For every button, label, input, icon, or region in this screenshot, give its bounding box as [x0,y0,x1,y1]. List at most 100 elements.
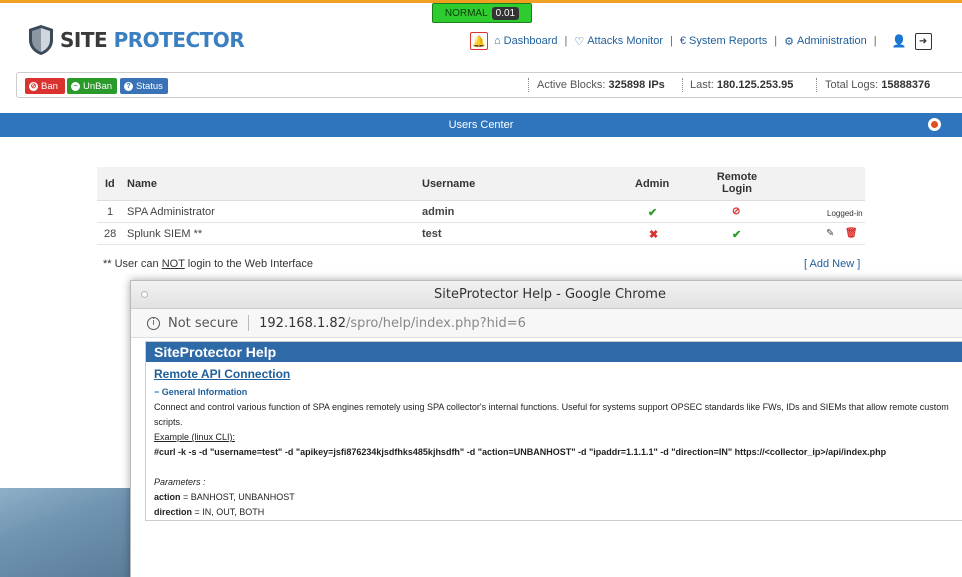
top-navigation: 🔔 ⌂ Dashboard | ♡ Attacks Monitor | € Sy… [470,32,932,50]
nav-separator: | [873,35,877,47]
curl-command: #curl -k -s -d "username=test" -d "apike… [154,447,887,457]
row-username: test [422,228,442,240]
remote-api-link[interactable]: Remote API Connection [154,367,290,381]
ban-circle-icon: ⊘ [732,206,741,217]
help-panel-body: Remote API Connection − General Informat… [146,362,962,525]
system-status-indicator: NORMAL 0.01 [432,3,532,23]
status-button-label: Status [136,80,163,92]
ban-button[interactable]: ⊘ Ban [25,78,65,94]
popup-content: SiteProtector Help Remote API Connection… [131,338,962,577]
help-panel: SiteProtector Help Remote API Connection… [145,341,962,521]
address-bar[interactable]: i Not secure 192.168.1.82/spro/help/inde… [131,309,962,338]
nav-dashboard-label: Dashboard [503,35,558,47]
users-center-header: Users Center [0,113,962,137]
nav-system-reports[interactable]: € System Reports [680,35,767,47]
help-lifebuoy-icon[interactable] [928,118,941,131]
last-blocked-stat: Last: 180.125.253.95 [690,79,793,91]
popup-title-bar[interactable]: SiteProtector Help - Google Chrome [131,281,962,309]
param-direction: direction = IN, OUT, BOTH [154,505,962,520]
total-logs-stat: Total Logs: 15888376 [825,79,930,91]
euro-icon: € [679,35,687,47]
status-value: 0.01 [491,6,520,20]
stat-divider [682,78,683,92]
row-name: Splunk SIEM ** [127,228,203,240]
home-icon: ⌂ [494,35,501,47]
user-icon[interactable]: 👤 [892,34,907,48]
param-action-value: = BANHOST, UNBANHOST [180,492,295,502]
window-control-icon[interactable] [141,291,148,298]
col-username: Username [422,178,476,190]
note-not: NOT [161,258,185,270]
gears-icon: ⚙ [784,35,794,48]
total-logs-label: Total Logs: [825,79,879,91]
total-logs-value: 15888376 [881,79,931,91]
status-button[interactable]: ? Status [120,78,168,94]
note-suffix: login to the Web Interface [184,258,313,270]
row-id: 1 [107,206,114,218]
logo-word-site: SITE [60,28,108,52]
col-name: Name [127,178,157,190]
nav-separator: | [564,35,568,47]
ban-icon: ⊘ [29,81,38,91]
desktop-background [0,488,140,577]
alerts-bell-icon[interactable]: 🔔 [470,32,488,50]
col-remote-login: Remote Login [716,171,758,195]
active-blocks-stat: Active Blocks: 325898 IPs [537,79,665,91]
param-direction-key: direction [154,507,193,517]
heartbeat-icon: ♡ [574,35,585,48]
nav-dashboard[interactable]: ⌂ Dashboard [494,35,557,47]
logo-word-protector: PROTECTOR [113,28,245,52]
shield-logo-icon [29,25,53,55]
minus-circle-icon: − [71,81,80,91]
nav-separator: | [670,35,673,47]
url-path: /spro/help/index.php?hid=6 [345,315,526,331]
popup-window-title: SiteProtector Help - Google Chrome [434,287,666,302]
row-id: 28 [104,228,117,240]
col-id: Id [105,178,115,190]
add-new-link[interactable]: [ Add New ] [804,258,860,270]
url-divider [248,315,250,331]
nav-administration[interactable]: ⚙ Administration [784,35,867,48]
logo-text: SITE PROTECTOR [60,28,245,52]
last-value: 180.125.253.95 [716,79,794,91]
last-label: Last: [690,79,714,91]
stat-divider [528,78,529,92]
table-row: 28 Splunk SIEM ** test ✖ ✔ ✎ 🗑 [97,223,865,245]
action-bar: ⊘ Ban − UnBan ? Status Active Blocks: 32… [16,72,962,98]
site-protector-logo[interactable]: SITE PROTECTOR [28,24,245,56]
stat-divider [816,78,817,92]
row-name: SPA Administrator [127,206,215,218]
help-description: Connect and control various function of … [154,402,949,427]
nav-separator: | [774,35,778,47]
nav-attacks-monitor[interactable]: ♡ Attacks Monitor [574,35,663,48]
help-panel-title: SiteProtector Help [146,342,962,362]
users-note: ** User can NOT login to the Web Interfa… [103,258,313,270]
param-action-key: action [154,492,181,502]
param-direction-value: = IN, OUT, BOTH [192,507,265,517]
edit-icon[interactable]: ✎ [826,228,834,239]
nav-attacks-monitor-label: Attacks Monitor [587,35,664,47]
nav-administration-label: Administration [797,35,867,47]
example-label: Example (linux CLI): [154,432,236,442]
parameters-label: Parameters : [154,477,206,487]
check-icon: ✔ [732,229,742,241]
note-prefix: ** User can [103,258,162,270]
logout-icon[interactable]: ➜ [914,32,932,50]
table-row: 1 SPA Administrator admin ✔ ⊘ Logged-in [97,201,865,223]
trash-icon[interactable]: 🗑 [845,228,858,239]
ban-button-label: Ban [41,80,58,92]
help-popup-window: SiteProtector Help - Google Chrome i Not… [130,280,962,577]
info-icon[interactable]: i [147,316,160,330]
unban-button-label: UnBan [83,80,113,92]
active-blocks-label: Active Blocks: [537,79,606,91]
status-label: NORMAL [444,7,488,19]
unban-button[interactable]: − UnBan [67,78,117,94]
users-center-title: Users Center [448,119,514,131]
general-information-toggle[interactable]: − General Information [154,385,962,400]
active-blocks-value: 325898 IPs [608,79,665,91]
logged-in-label: Logged-in [827,209,863,218]
users-table-header: Id Name Username Admin Remote Login [97,167,865,201]
cross-icon: ✖ [649,229,659,241]
param-action: action = BANHOST, UNBANHOST [154,490,962,505]
